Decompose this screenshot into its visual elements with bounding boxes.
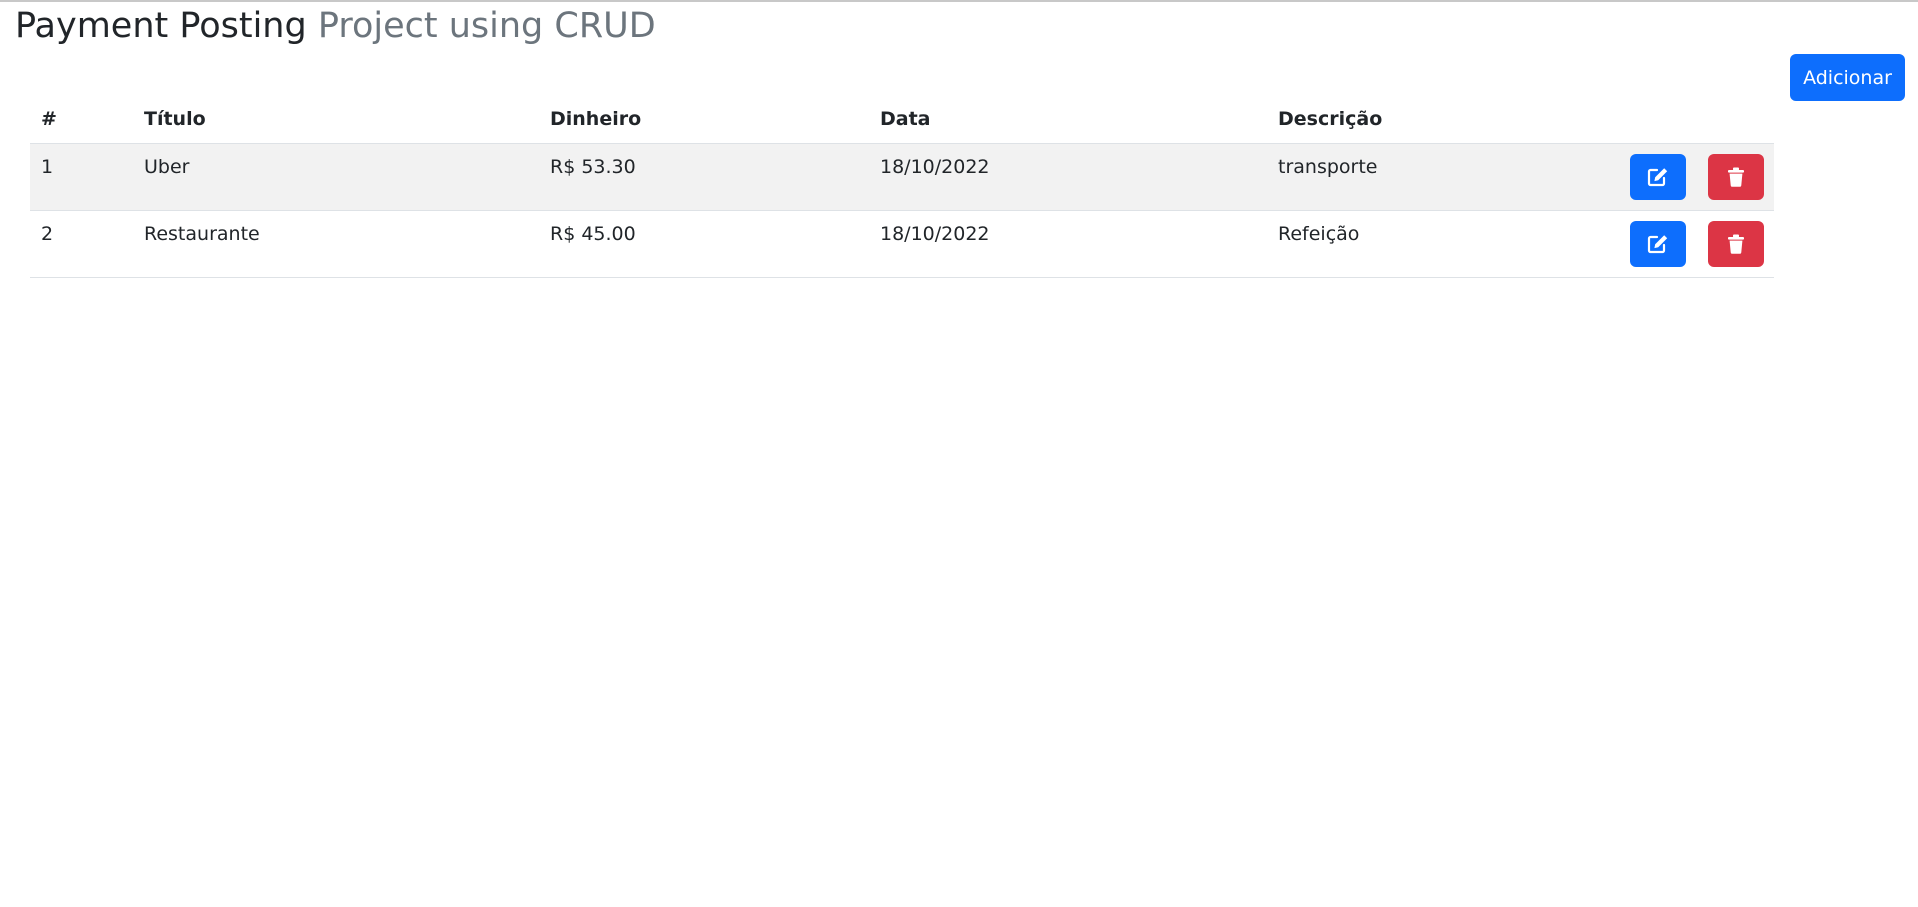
column-header-titulo: Título xyxy=(133,94,539,144)
cell-titulo: Restaurante xyxy=(133,210,539,278)
cell-actions xyxy=(1567,210,1774,278)
page-title: Payment Posting Project using CRUD xyxy=(15,4,656,48)
edit-button[interactable] xyxy=(1629,154,1686,200)
page-title-sub: Project using CRUD xyxy=(317,6,656,46)
trash-icon xyxy=(1727,234,1745,254)
cell-id: 1 xyxy=(30,143,133,211)
table-header-row: # Título Dinheiro Data Descrição xyxy=(30,94,1774,144)
page-title-main: Payment Posting xyxy=(15,6,307,46)
cell-id: 2 xyxy=(30,210,133,278)
table-row: 2 Restaurante R$ 45.00 18/10/2022 Refeiç… xyxy=(30,210,1774,278)
delete-button[interactable] xyxy=(1708,221,1764,267)
cell-descricao: Refeição xyxy=(1267,210,1567,278)
payments-table-container: # Título Dinheiro Data Descrição 1 Uber … xyxy=(30,94,1774,278)
delete-button[interactable] xyxy=(1708,154,1764,200)
cell-data: 18/10/2022 xyxy=(869,143,1267,211)
column-header-dinheiro: Dinheiro xyxy=(539,94,869,144)
trash-icon xyxy=(1727,167,1745,187)
cell-dinheiro: R$ 45.00 xyxy=(539,210,869,278)
column-header-descricao: Descrição xyxy=(1267,94,1567,144)
table-row: 1 Uber R$ 53.30 18/10/2022 transporte xyxy=(30,143,1774,211)
payments-table: # Título Dinheiro Data Descrição 1 Uber … xyxy=(30,94,1774,278)
cell-titulo: Uber xyxy=(133,143,539,211)
cell-descricao: transporte xyxy=(1267,143,1567,211)
column-header-data: Data xyxy=(869,94,1267,144)
add-button[interactable]: Adicionar xyxy=(1790,54,1905,101)
edit-icon xyxy=(1647,167,1669,187)
cell-data: 18/10/2022 xyxy=(869,210,1267,278)
column-header-actions xyxy=(1567,94,1774,144)
column-header-id: # xyxy=(30,94,133,144)
edit-button[interactable] xyxy=(1629,221,1686,267)
edit-icon xyxy=(1647,234,1669,254)
cell-actions xyxy=(1567,143,1774,211)
top-border xyxy=(0,0,1918,2)
cell-dinheiro: R$ 53.30 xyxy=(539,143,869,211)
